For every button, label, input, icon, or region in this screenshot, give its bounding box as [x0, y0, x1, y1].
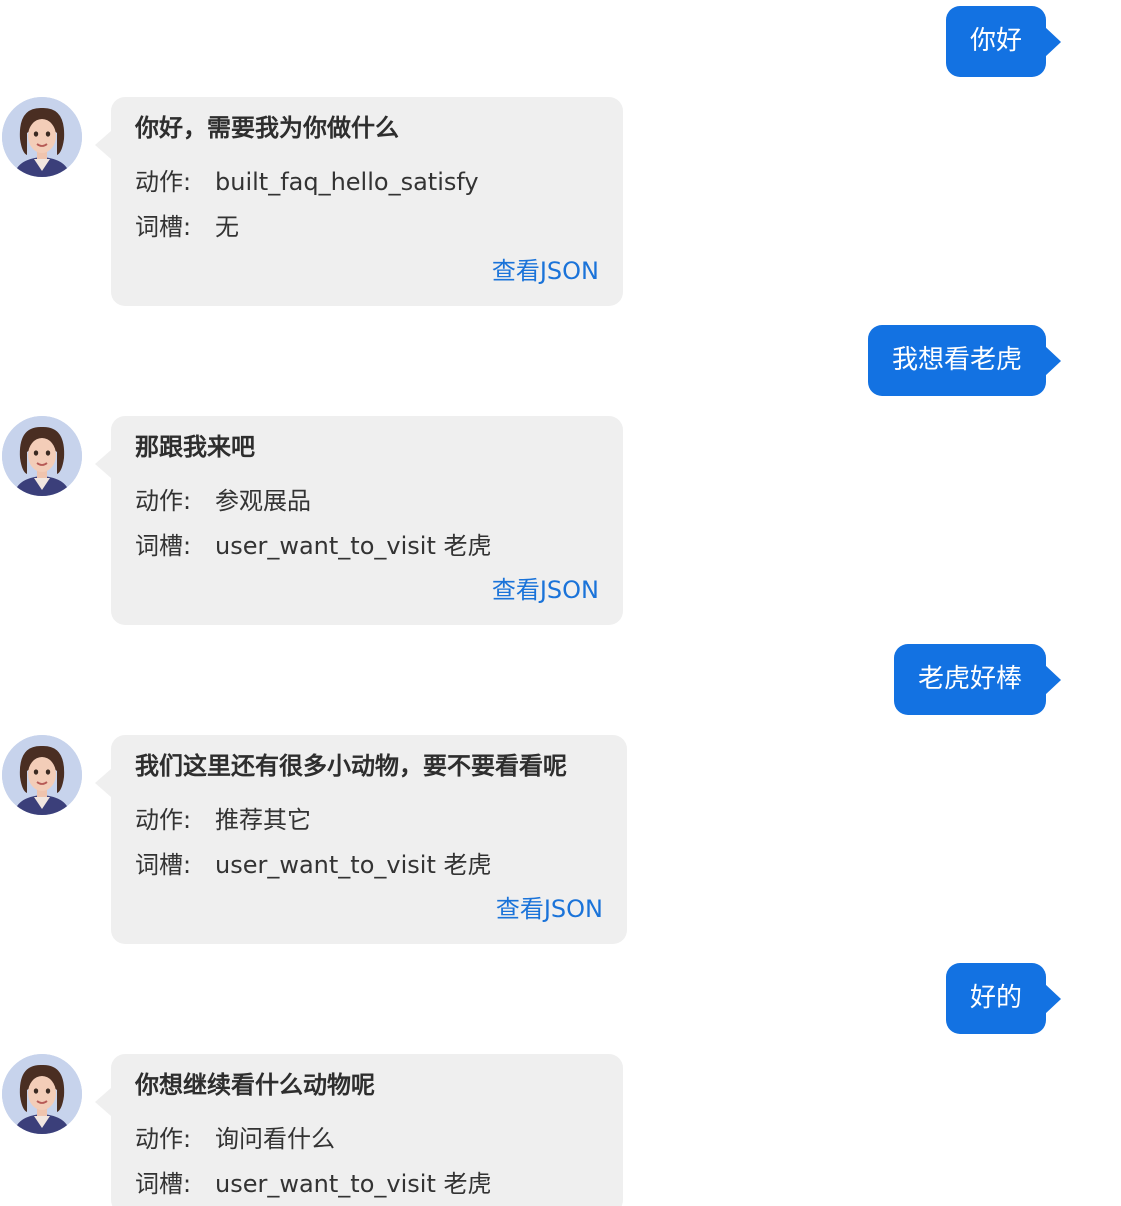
bot-reply-title: 你好，需要我为你做什么 [135, 114, 399, 142]
action-value: 推荐其它 [215, 806, 311, 834]
slot-label: 词槽: [135, 851, 192, 879]
slot-row: 词槽: user_want_to_visit 老虎 [135, 1167, 599, 1201]
action-label: 动作: [135, 806, 192, 834]
bot-card: 我们这里还有很多小动物，要不要看看呢 动作: 推荐其它 词槽: user_wan… [95, 735, 627, 944]
bot-reply-title: 那跟我来吧 [135, 433, 255, 461]
action-label: 动作: [135, 487, 192, 515]
bot-card: 你好，需要我为你做什么 动作: built_faq_hello_satisfy … [95, 97, 623, 306]
view-json-link[interactable]: 查看JSON [135, 573, 599, 607]
chat-window: 你好 你好，需要我为你做什么 动作: built_faq_hello_satis… [0, 0, 1121, 1206]
bot-card: 那跟我来吧 动作: 参观展品 词槽: user_want_to_visit 老虎… [95, 416, 623, 625]
action-value: 询问看什么 [215, 1125, 335, 1153]
action-label: 动作: [135, 168, 192, 196]
avatar [2, 97, 82, 177]
avatar [2, 1054, 82, 1134]
view-json-link[interactable]: 查看JSON [135, 254, 599, 288]
user-message: 你好 [945, 6, 1062, 77]
slot-label: 词槽: [135, 213, 192, 241]
bot-card: 你想继续看什么动物呢 动作: 询问看什么 词槽: user_want_to_vi… [95, 1054, 623, 1206]
slot-value: user_want_to_visit 老虎 [215, 851, 492, 879]
slot-label: 词槽: [135, 532, 192, 560]
avatar [2, 735, 82, 815]
action-row: 动作: built_faq_hello_satisfy [135, 165, 599, 199]
action-value: built_faq_hello_satisfy [215, 168, 479, 196]
slot-row: 词槽: 无 [135, 210, 599, 244]
user-message: 好的 [945, 963, 1062, 1034]
action-value: 参观展品 [215, 487, 311, 515]
action-row: 动作: 询问看什么 [135, 1122, 599, 1156]
action-row: 动作: 参观展品 [135, 484, 599, 518]
slot-value: 无 [215, 213, 239, 241]
action-row: 动作: 推荐其它 [135, 803, 603, 837]
slot-label: 词槽: [135, 1170, 192, 1198]
slot-value: user_want_to_visit 老虎 [215, 1170, 492, 1198]
slot-row: 词槽: user_want_to_visit 老虎 [135, 529, 599, 563]
user-message: 老虎好棒 [893, 644, 1062, 715]
bot-reply-title: 你想继续看什么动物呢 [135, 1071, 375, 1099]
user-message: 我想看老虎 [867, 325, 1062, 396]
bot-reply-title: 我们这里还有很多小动物，要不要看看呢 [135, 752, 567, 780]
action-label: 动作: [135, 1125, 192, 1153]
avatar [2, 416, 82, 496]
slot-row: 词槽: user_want_to_visit 老虎 [135, 848, 603, 882]
slot-value: user_want_to_visit 老虎 [215, 532, 492, 560]
view-json-link[interactable]: 查看JSON [135, 892, 603, 926]
